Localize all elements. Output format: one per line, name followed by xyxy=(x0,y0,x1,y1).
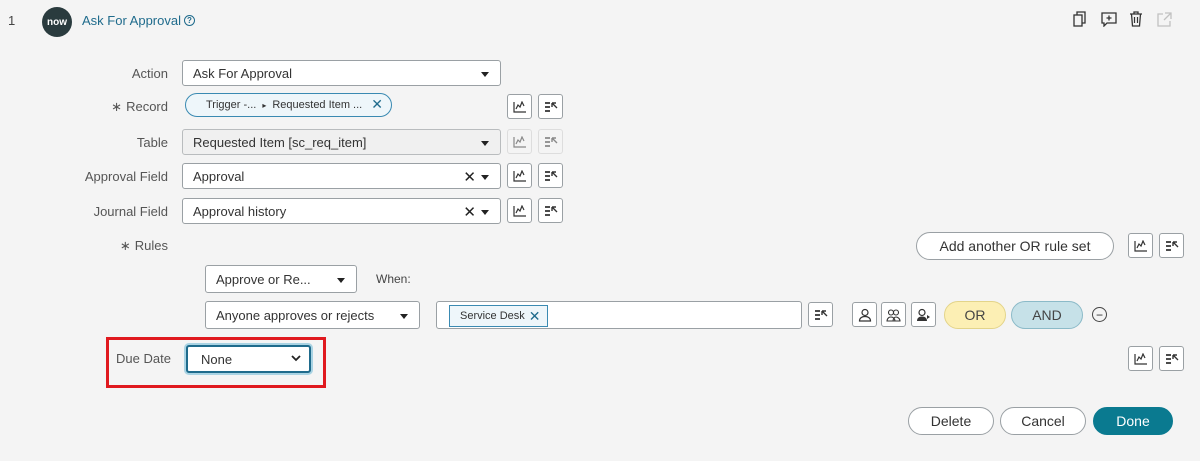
add-comment-icon[interactable] xyxy=(1100,10,1118,28)
record-label: ∗ Record xyxy=(58,99,168,115)
caret-down-icon xyxy=(481,141,489,146)
condition-value: Anyone approves or rejects xyxy=(216,307,375,323)
list-picker-button xyxy=(538,129,563,154)
cancel-button[interactable]: Cancel xyxy=(1000,407,1086,435)
approval-field-select[interactable]: Approval ✕ xyxy=(182,163,501,189)
journal-field-label: Journal Field xyxy=(93,204,168,219)
record-pill-separator: ▸ xyxy=(262,100,267,110)
rules-label-text: Rules xyxy=(134,238,168,253)
help-icon[interactable]: ? xyxy=(184,15,195,26)
approval-field-label: Approval Field xyxy=(84,169,168,184)
data-pill-picker-button[interactable] xyxy=(507,198,532,223)
due-date-value: None xyxy=(201,351,233,367)
data-pill-picker-button[interactable] xyxy=(507,94,532,119)
open-external-icon xyxy=(1155,10,1173,28)
action-value: Ask For Approval xyxy=(193,65,292,81)
table-value: Requested Item [sc_req_item] xyxy=(193,134,367,150)
user-icon[interactable] xyxy=(852,302,877,327)
chevron-down-icon xyxy=(291,354,301,362)
list-picker-button[interactable] xyxy=(1159,233,1184,258)
action-label: Action xyxy=(131,66,168,81)
required-mark: ∗ xyxy=(111,99,123,114)
tag-remove-icon[interactable]: ✕ xyxy=(529,308,541,325)
approve-reject-select[interactable]: Approve or Re... xyxy=(205,265,357,293)
caret-down-icon xyxy=(481,175,489,180)
rules-label: ∗ Rules xyxy=(58,238,168,254)
data-pill-picker-button[interactable] xyxy=(507,163,532,188)
list-picker-button[interactable] xyxy=(808,302,833,327)
list-picker-button[interactable] xyxy=(1159,346,1184,371)
journal-field-value: Approval history xyxy=(193,203,287,219)
data-pill-picker-button[interactable] xyxy=(1128,233,1153,258)
record-pill[interactable]: Trigger -... ▸ Requested Item ... ✕ xyxy=(185,93,392,117)
now-logo: now xyxy=(42,7,72,37)
approver-tag-label: Service Desk xyxy=(460,310,525,322)
manager-icon[interactable] xyxy=(911,302,936,327)
table-select: Requested Item [sc_req_item] xyxy=(182,129,501,155)
step-title[interactable]: Ask For Approval xyxy=(82,13,181,28)
or-button[interactable]: OR xyxy=(944,301,1006,329)
caret-down-icon xyxy=(337,278,345,283)
required-mark: ∗ xyxy=(119,238,131,253)
due-date-label: Due Date xyxy=(116,351,171,366)
clear-icon[interactable]: ✕ xyxy=(463,203,476,221)
delete-button[interactable]: Delete xyxy=(908,407,994,435)
clear-icon[interactable]: ✕ xyxy=(463,168,476,186)
list-picker-button[interactable] xyxy=(538,198,563,223)
record-label-text: Record xyxy=(126,99,168,114)
record-pill-part1: Trigger -... xyxy=(206,99,257,111)
add-or-ruleset-button[interactable]: Add another OR rule set xyxy=(916,232,1114,260)
group-icon[interactable] xyxy=(881,302,906,327)
caret-down-icon xyxy=(481,210,489,215)
caret-down-icon xyxy=(481,72,489,77)
journal-field-select[interactable]: Approval history ✕ xyxy=(182,198,501,224)
due-date-select[interactable]: None xyxy=(186,345,311,373)
done-button[interactable]: Done xyxy=(1093,407,1173,435)
remove-rule-icon[interactable]: − xyxy=(1092,307,1107,322)
record-pill-part2: Requested Item ... xyxy=(272,99,363,111)
table-label: Table xyxy=(136,135,168,150)
data-pill-picker-button xyxy=(507,129,532,154)
list-picker-button[interactable] xyxy=(538,94,563,119)
step-number: 1 xyxy=(8,13,16,28)
condition-select[interactable]: Anyone approves or rejects xyxy=(205,301,420,329)
action-panel: 1 now Ask For Approval ? Action Ask For … xyxy=(0,0,1200,461)
when-label: When: xyxy=(376,272,411,286)
data-pill-picker-button[interactable] xyxy=(1128,346,1153,371)
approve-reject-value: Approve or Re... xyxy=(216,271,311,287)
caret-down-icon xyxy=(400,314,408,319)
copy-icon[interactable] xyxy=(1071,10,1089,28)
and-button[interactable]: AND xyxy=(1011,301,1083,329)
trash-icon[interactable] xyxy=(1127,10,1145,28)
action-select[interactable]: Ask For Approval xyxy=(182,60,501,86)
approval-field-value: Approval xyxy=(193,168,245,184)
record-clear-icon[interactable]: ✕ xyxy=(371,96,383,113)
approver-tag: Service Desk ✕ xyxy=(449,305,548,327)
list-picker-button[interactable] xyxy=(538,163,563,188)
